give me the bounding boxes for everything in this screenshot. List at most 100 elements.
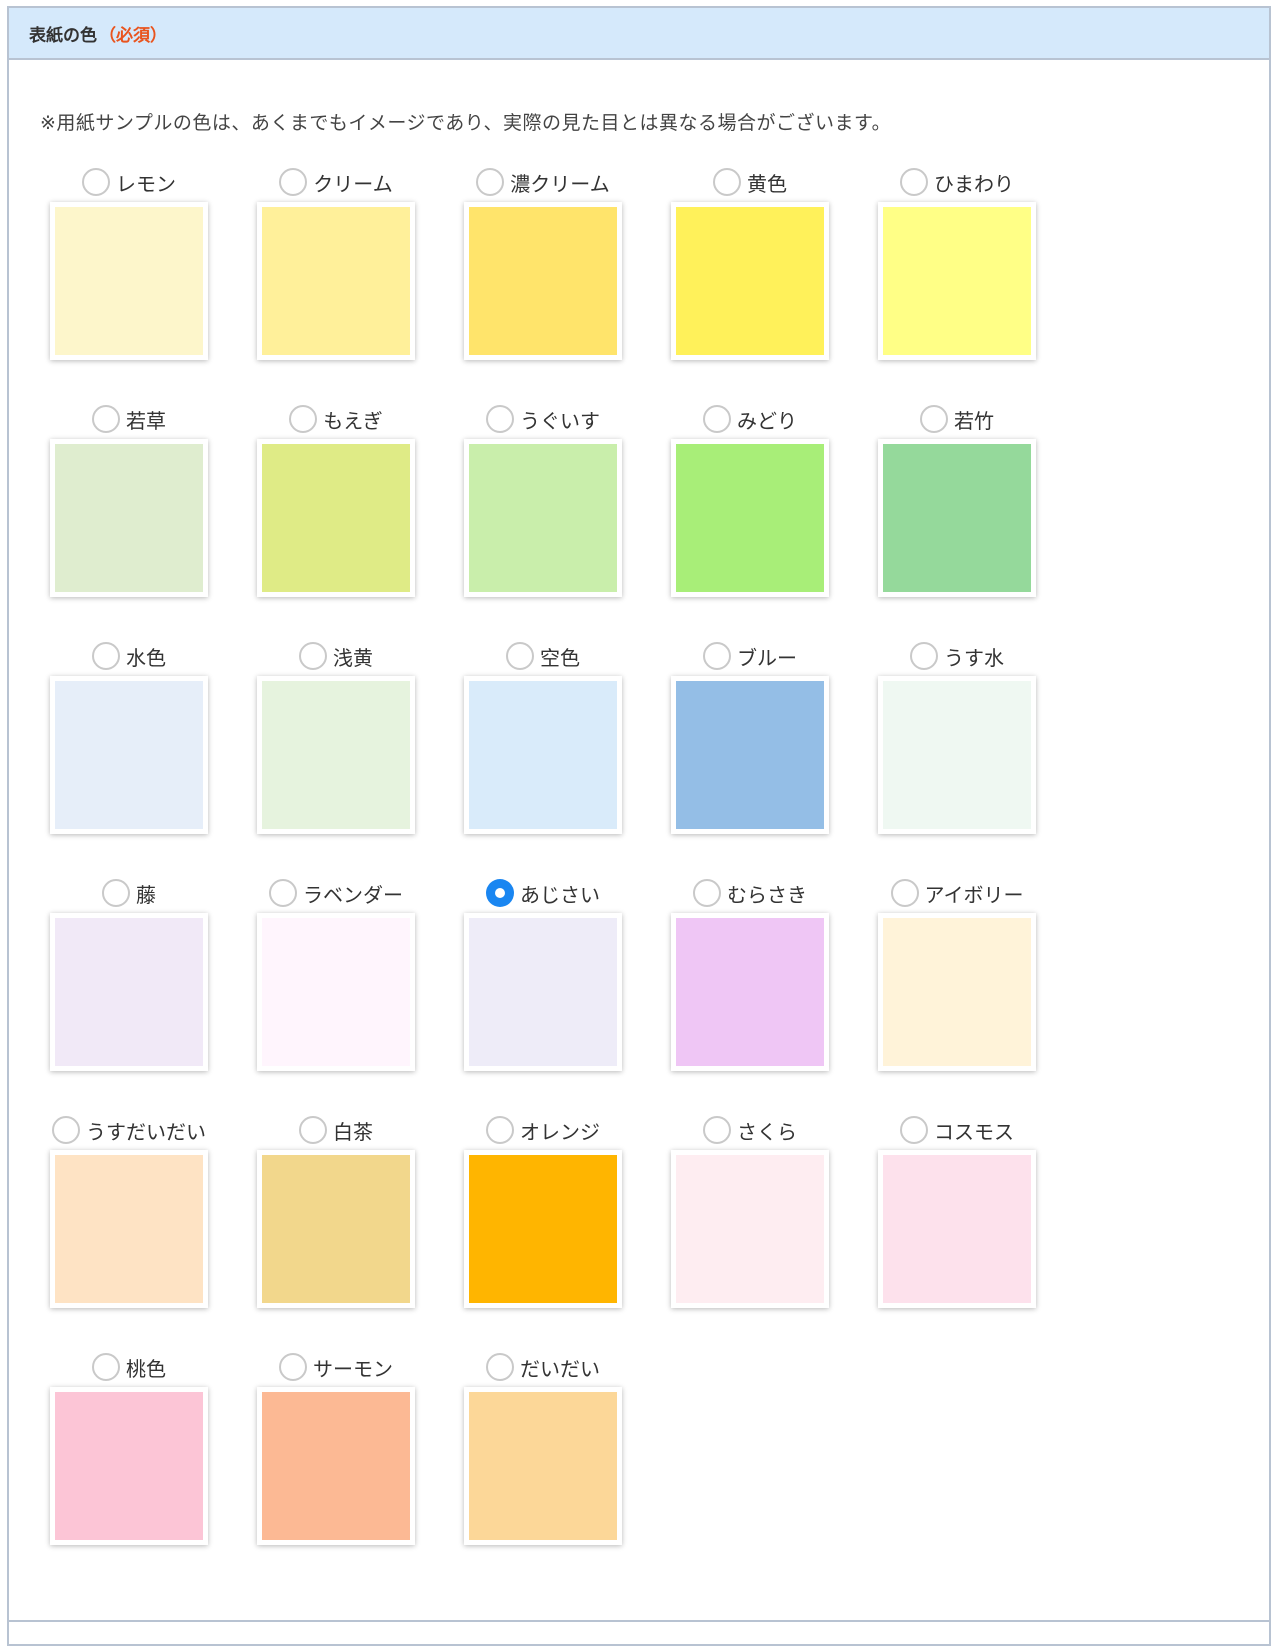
- color-option-label[interactable]: ラベンダー: [253, 873, 419, 913]
- color-swatch[interactable]: [257, 676, 415, 834]
- color-option[interactable]: うすだいだい: [46, 1110, 253, 1347]
- color-option-label[interactable]: うすだいだい: [46, 1110, 212, 1150]
- color-swatch[interactable]: [671, 439, 829, 597]
- color-option-label[interactable]: ブルー: [667, 636, 833, 676]
- color-option[interactable]: 浅黄: [253, 636, 460, 873]
- color-option-label[interactable]: ひまわり: [874, 162, 1040, 202]
- color-swatch[interactable]: [878, 1150, 1036, 1308]
- color-radio[interactable]: [279, 168, 308, 196]
- color-radio[interactable]: [269, 879, 297, 907]
- color-option-label[interactable]: 浅黄: [253, 636, 419, 676]
- color-swatch[interactable]: [878, 676, 1036, 834]
- color-option[interactable]: みどり: [667, 399, 874, 636]
- color-option[interactable]: うぐいす: [460, 399, 667, 636]
- color-option[interactable]: 白茶: [253, 1110, 460, 1347]
- color-option[interactable]: 濃クリーム: [460, 162, 667, 399]
- color-option-label[interactable]: あじさい: [460, 873, 626, 913]
- color-radio[interactable]: [486, 405, 514, 433]
- color-swatch[interactable]: [50, 1150, 208, 1308]
- color-option-label[interactable]: だいだい: [460, 1347, 626, 1387]
- color-option[interactable]: 黄色: [667, 162, 874, 399]
- color-option-label[interactable]: 濃クリーム: [460, 162, 626, 202]
- color-option[interactable]: ひまわり: [874, 162, 1081, 399]
- color-swatch[interactable]: [257, 202, 415, 360]
- color-option-label[interactable]: 若草: [46, 399, 212, 439]
- color-radio[interactable]: [900, 1116, 928, 1144]
- color-swatch[interactable]: [257, 1150, 415, 1308]
- color-option-label[interactable]: アイボリー: [874, 873, 1040, 913]
- color-option-label[interactable]: さくら: [667, 1110, 833, 1150]
- color-swatch[interactable]: [464, 439, 622, 597]
- color-radio[interactable]: [486, 1116, 514, 1144]
- color-option[interactable]: 水色: [46, 636, 253, 873]
- color-option[interactable]: 藤: [46, 873, 253, 1110]
- color-radio[interactable]: [703, 405, 731, 433]
- color-radio[interactable]: [92, 1353, 120, 1381]
- color-radio[interactable]: [52, 1116, 80, 1144]
- color-option[interactable]: だいだい: [460, 1347, 667, 1584]
- color-option[interactable]: コスモス: [874, 1110, 1081, 1347]
- color-radio[interactable]: [703, 642, 731, 670]
- color-swatch[interactable]: [878, 913, 1036, 1071]
- color-option-label[interactable]: クリーム: [253, 162, 419, 202]
- color-swatch[interactable]: [671, 1150, 829, 1308]
- color-option-label[interactable]: 若竹: [874, 399, 1040, 439]
- color-radio[interactable]: [910, 642, 938, 670]
- color-radio[interactable]: [506, 642, 534, 670]
- color-option[interactable]: 若草: [46, 399, 253, 636]
- color-swatch[interactable]: [50, 913, 208, 1071]
- color-option-label[interactable]: レモン: [46, 162, 212, 202]
- color-option[interactable]: もえぎ: [253, 399, 460, 636]
- color-option-label[interactable]: もえぎ: [253, 399, 419, 439]
- color-radio[interactable]: [693, 879, 721, 907]
- color-swatch[interactable]: [50, 1387, 208, 1545]
- color-option[interactable]: 若竹: [874, 399, 1081, 636]
- color-radio[interactable]: [900, 168, 928, 196]
- color-swatch[interactable]: [878, 202, 1036, 360]
- color-radio[interactable]: [703, 1116, 731, 1144]
- color-radio[interactable]: [476, 168, 505, 196]
- color-radio[interactable]: [289, 405, 318, 433]
- color-option-label[interactable]: 水色: [46, 636, 212, 676]
- color-swatch[interactable]: [464, 202, 622, 360]
- color-option[interactable]: むらさき: [667, 873, 874, 1110]
- color-option-label[interactable]: オレンジ: [460, 1110, 626, 1150]
- color-radio[interactable]: [102, 879, 130, 907]
- color-swatch[interactable]: [257, 1387, 415, 1545]
- color-radio[interactable]: [92, 405, 120, 433]
- color-swatch[interactable]: [464, 1150, 622, 1308]
- color-option-label[interactable]: 空色: [460, 636, 626, 676]
- color-radio[interactable]: [299, 1116, 327, 1144]
- color-option[interactable]: 空色: [460, 636, 667, 873]
- color-option[interactable]: 桃色: [46, 1347, 253, 1584]
- color-option[interactable]: うす水: [874, 636, 1081, 873]
- color-option-label[interactable]: 桃色: [46, 1347, 212, 1387]
- color-option[interactable]: アイボリー: [874, 873, 1081, 1110]
- color-option[interactable]: ラベンダー: [253, 873, 460, 1110]
- color-option[interactable]: さくら: [667, 1110, 874, 1347]
- color-option[interactable]: オレンジ: [460, 1110, 667, 1347]
- color-swatch[interactable]: [671, 676, 829, 834]
- color-swatch[interactable]: [878, 439, 1036, 597]
- color-option-label[interactable]: サーモン: [253, 1347, 419, 1387]
- color-swatch[interactable]: [671, 202, 829, 360]
- color-swatch[interactable]: [257, 439, 415, 597]
- color-option-label[interactable]: 白茶: [253, 1110, 419, 1150]
- color-option[interactable]: ブルー: [667, 636, 874, 873]
- color-radio[interactable]: [486, 1353, 514, 1381]
- color-swatch[interactable]: [50, 439, 208, 597]
- color-option-label[interactable]: みどり: [667, 399, 833, 439]
- color-radio[interactable]: [92, 642, 120, 670]
- color-option[interactable]: クリーム: [253, 162, 460, 399]
- color-swatch[interactable]: [464, 913, 622, 1071]
- color-option-label[interactable]: 黄色: [667, 162, 833, 202]
- color-option[interactable]: サーモン: [253, 1347, 460, 1584]
- color-option-label[interactable]: 藤: [46, 873, 212, 913]
- color-option-label[interactable]: コスモス: [874, 1110, 1040, 1150]
- color-option-label[interactable]: むらさき: [667, 873, 833, 913]
- color-swatch[interactable]: [50, 202, 208, 360]
- color-swatch[interactable]: [50, 676, 208, 834]
- color-swatch[interactable]: [464, 676, 622, 834]
- color-swatch[interactable]: [257, 913, 415, 1071]
- color-option[interactable]: レモン: [46, 162, 253, 399]
